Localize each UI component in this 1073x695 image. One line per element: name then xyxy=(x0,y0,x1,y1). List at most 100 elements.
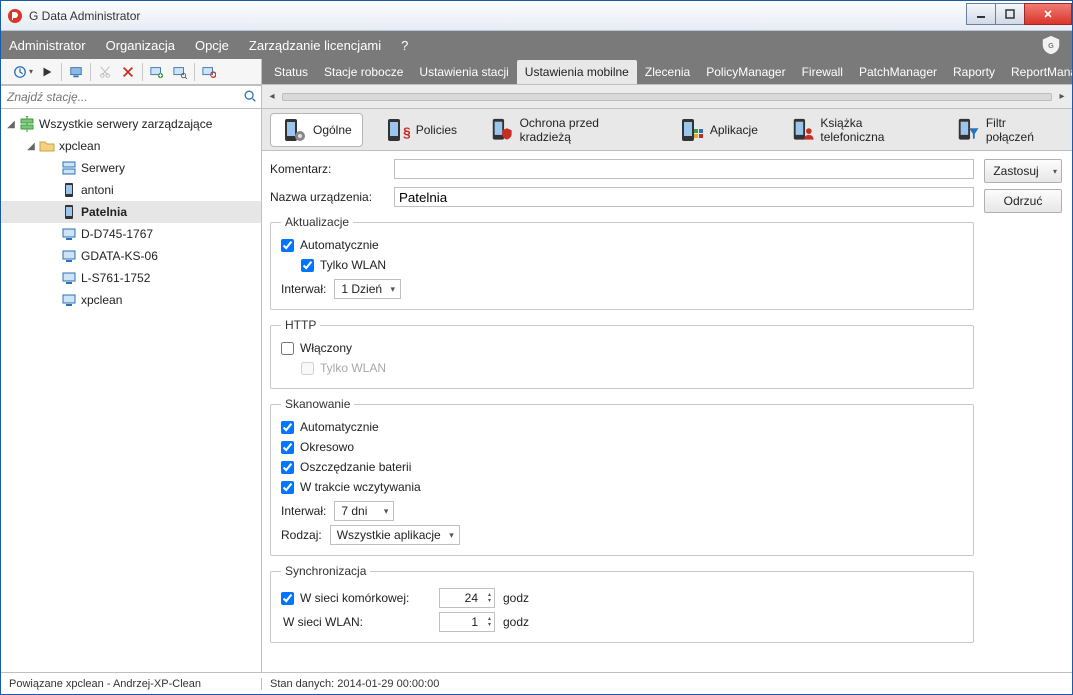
http-wlan-checkbox: Tylko WLAN xyxy=(301,358,963,378)
scan-auto-checkbox[interactable]: Automatycznie xyxy=(281,417,963,437)
window-title: G Data Administrator xyxy=(29,9,967,23)
tab-zlecenia[interactable]: Zlecenia xyxy=(637,60,698,84)
sync-legend: Synchronizacja xyxy=(281,564,370,578)
sync-fieldset: Synchronizacja W sieci komórkowej: 24 go… xyxy=(270,564,974,643)
http-fieldset: HTTP Włączony Tylko WLAN xyxy=(270,318,974,389)
subtab-ogolne[interactable]: Ogólne xyxy=(270,113,363,147)
tree-node-gdata-ks-06[interactable]: GDATA-KS-06 xyxy=(1,245,261,267)
tab-reportmanager[interactable]: ReportManager xyxy=(1003,60,1072,84)
tab-firewall[interactable]: Firewall xyxy=(794,60,851,84)
subtab-ksiazka[interactable]: Książka telefoniczna xyxy=(779,113,935,147)
search-input[interactable] xyxy=(5,89,243,105)
subtab-aplikacje[interactable]: Aplikacje xyxy=(667,113,769,147)
http-enabled-checkbox[interactable]: Włączony xyxy=(281,338,963,358)
subtab-policies[interactable]: § Policies xyxy=(373,113,468,147)
tree-node-label: xpclean xyxy=(81,293,122,307)
server-icon xyxy=(61,160,77,176)
devicename-input[interactable] xyxy=(394,187,974,207)
tabstrip-scrollbar[interactable]: ◂ ▸ xyxy=(262,85,1072,109)
collapse-icon[interactable]: ◢ xyxy=(5,119,17,130)
menu-help[interactable]: ? xyxy=(401,38,408,53)
history-dropdown-button[interactable] xyxy=(5,61,35,83)
menu-licencje[interactable]: Zarządzanie licencjami xyxy=(249,38,381,53)
folder-icon xyxy=(39,138,55,154)
pc-icon xyxy=(61,248,77,264)
maximize-button[interactable] xyxy=(995,3,1025,25)
scan-periodic-checkbox[interactable]: Okresowo xyxy=(281,437,963,457)
updates-auto-checkbox[interactable]: Automatycznie xyxy=(281,235,963,255)
menu-administrator[interactable]: Administrator xyxy=(9,38,86,53)
phone-icon xyxy=(61,204,77,220)
scan-kind-select[interactable]: Wszystkie aplikacje xyxy=(330,525,460,545)
phone-icon xyxy=(61,182,77,198)
subtab-label: Ogólne xyxy=(313,123,352,137)
scroll-left-icon[interactable]: ◂ xyxy=(266,91,278,103)
tab-patchmanager[interactable]: PatchManager xyxy=(851,60,945,84)
tab-ustawienia-stacji[interactable]: Ustawienia stacji xyxy=(411,60,516,84)
subtab-label: Ochrona przed kradzieżą xyxy=(520,116,646,144)
scan-battery-checkbox[interactable]: Oszczędzanie baterii xyxy=(281,457,963,477)
scan-interval-select[interactable]: 7 dni xyxy=(334,501,394,521)
phone-shield-icon xyxy=(489,117,514,143)
monitor-refresh-button[interactable] xyxy=(198,61,220,83)
play-button[interactable] xyxy=(36,61,58,83)
tree-node-l-s761[interactable]: L-S761-1752 xyxy=(1,267,261,289)
subtab-label: Filtr połączeń xyxy=(986,116,1053,144)
phone-contact-icon xyxy=(790,117,814,143)
mobile-subtabs: Ogólne § Policies Ochrona przed kradzież… xyxy=(262,109,1072,151)
svg-text:§: § xyxy=(403,124,410,140)
updates-wlan-checkbox[interactable]: Tylko WLAN xyxy=(301,255,963,275)
tree-node-xpclean[interactable]: xpclean xyxy=(1,289,261,311)
scrollbar-track[interactable] xyxy=(282,93,1052,101)
tree-root-label: Wszystkie serwery zarządzające xyxy=(39,117,212,131)
phone-apps-icon xyxy=(678,117,704,143)
subtab-label: Aplikacje xyxy=(710,123,758,137)
tab-ustawienia-mobilne[interactable]: Ustawienia mobilne xyxy=(517,60,637,84)
tree-node-patelnia[interactable]: Patelnia xyxy=(1,201,261,223)
sync-wlan-spinner[interactable]: 1 xyxy=(439,612,495,632)
tab-policymanager[interactable]: PolicyManager xyxy=(698,60,793,84)
status-right: Stan danych: 2014-01-29 00:00:00 xyxy=(262,678,1072,690)
scan-loading-checkbox[interactable]: W trakcie wczytywania xyxy=(281,477,963,497)
collapse-icon[interactable]: ◢ xyxy=(25,141,37,152)
tab-raporty[interactable]: Raporty xyxy=(945,60,1003,84)
pc-icon xyxy=(61,226,77,242)
phone-gear-icon xyxy=(281,117,307,143)
tree-node-serwery[interactable]: Serwery xyxy=(1,157,261,179)
scroll-right-icon[interactable]: ▸ xyxy=(1056,91,1068,103)
tree-root[interactable]: ◢ Wszystkie serwery zarządzające xyxy=(1,113,261,135)
close-button[interactable] xyxy=(1024,3,1072,25)
subtab-filtr[interactable]: Filtr połączeń xyxy=(944,113,1064,147)
monitor-add-button[interactable] xyxy=(146,61,168,83)
menu-opcje[interactable]: Opcje xyxy=(195,38,229,53)
discard-button[interactable]: Odrzuć xyxy=(984,189,1062,213)
svg-text:G: G xyxy=(1048,41,1054,50)
tree-node-antoni[interactable]: antoni xyxy=(1,179,261,201)
minimize-button[interactable] xyxy=(966,3,996,25)
search-icon[interactable] xyxy=(243,89,257,106)
monitor-find-button[interactable] xyxy=(169,61,191,83)
menubar: Administrator Organizacja Opcje Zarządza… xyxy=(1,31,1072,59)
tab-stacje-robocze[interactable]: Stacje robocze xyxy=(316,60,411,84)
phone-paragraph-icon: § xyxy=(384,117,410,143)
subtab-ochrona[interactable]: Ochrona przed kradzieżą xyxy=(478,113,657,147)
scan-legend: Skanowanie xyxy=(281,397,354,411)
updates-interval-select[interactable]: 1 Dzień xyxy=(334,279,401,299)
sync-cell-checkbox[interactable]: W sieci komórkowej: xyxy=(281,588,431,608)
tree-group[interactable]: ◢ xpclean xyxy=(1,135,261,157)
comment-label: Komentarz: xyxy=(270,162,386,176)
app-icon xyxy=(7,8,23,24)
brand-logo-icon: G xyxy=(1040,34,1062,59)
sync-cell-spinner[interactable]: 24 xyxy=(439,588,495,608)
cut-button[interactable] xyxy=(94,61,116,83)
comment-input[interactable] xyxy=(394,159,974,179)
delete-button[interactable] xyxy=(117,61,139,83)
updates-interval-label: Interwał: xyxy=(281,282,326,296)
menu-organizacja[interactable]: Organizacja xyxy=(106,38,175,53)
sync-wlan-label: W sieci WLAN: xyxy=(281,615,431,629)
tab-status[interactable]: Status xyxy=(266,60,316,84)
tree-node-d-d745[interactable]: D-D745-1767 xyxy=(1,223,261,245)
workstation-button[interactable] xyxy=(65,61,87,83)
module-tabstrip: Status Stacje robocze Ustawienia stacji … xyxy=(262,59,1072,84)
apply-button[interactable]: Zastosuj xyxy=(984,159,1062,183)
